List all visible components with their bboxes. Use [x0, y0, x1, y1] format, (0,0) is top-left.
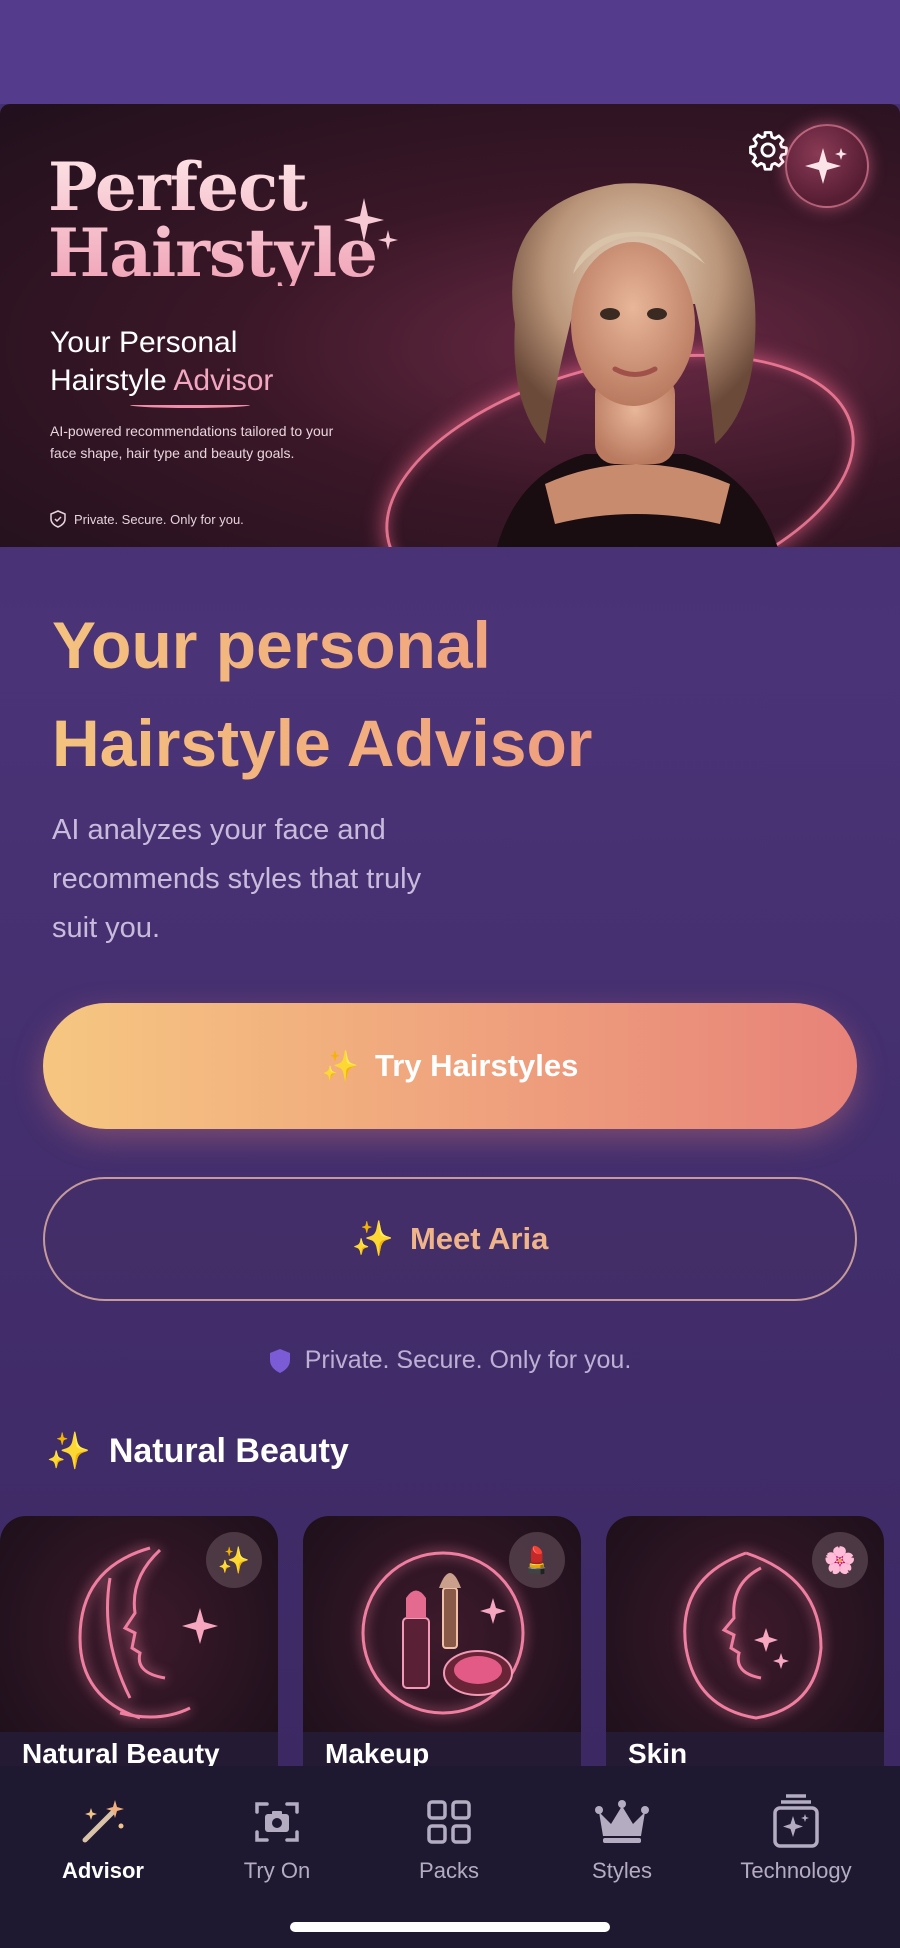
- tab-technology[interactable]: Technology: [721, 1794, 871, 1904]
- blossom-badge-icon: 🌸: [812, 1532, 868, 1588]
- home-indicator: [290, 1922, 610, 1932]
- tab-label: Advisor: [62, 1858, 144, 1883]
- hero-title: Perfect Hairstyle: [48, 148, 378, 292]
- lipstick-badge-icon: 💄: [509, 1532, 565, 1588]
- tab-packs[interactable]: Packs: [374, 1794, 524, 1904]
- meet-aria-button[interactable]: ✨ Meet Aria: [43, 1177, 857, 1301]
- hero-description: AI-powered recommendations tailored to y…: [50, 423, 334, 461]
- ai-sparkle-button[interactable]: [785, 124, 869, 208]
- sparkles-icon: ✨: [351, 1220, 394, 1258]
- camera-frame-icon: [255, 1802, 299, 1842]
- try-hairstyles-label: Try Hairstyles: [375, 1048, 579, 1083]
- shield-check-icon: [50, 510, 66, 528]
- gear-icon: [749, 131, 788, 171]
- section-title: ✨ Natural Beauty: [46, 1430, 349, 1471]
- tab-try-on[interactable]: Try On: [202, 1794, 352, 1904]
- tab-label: Technology: [740, 1858, 852, 1883]
- tab-styles[interactable]: Styles: [547, 1794, 697, 1904]
- tab-label: Styles: [592, 1858, 652, 1883]
- sparkles-badge-icon: ✨: [206, 1532, 262, 1588]
- tab-advisor[interactable]: Advisor: [28, 1794, 178, 1904]
- sparkle-icon: [805, 148, 847, 184]
- title-sparkle-icon: [344, 198, 398, 250]
- main-headline: Your personal Hairstyle Advisor: [52, 596, 872, 792]
- try-hairstyles-button[interactable]: ✨ Try Hairstyles: [43, 1003, 857, 1129]
- magic-wand-icon: [82, 1800, 124, 1843]
- hero-underline: [130, 402, 250, 408]
- tab-label: Try On: [243, 1858, 311, 1883]
- main-subtext: AI analyzes your face and recommends sty…: [52, 814, 422, 944]
- category-card[interactable]: ✨ Natural Beauty: [0, 1516, 278, 1776]
- category-card[interactable]: 💄 Makeup: [303, 1516, 581, 1776]
- grid-icon: [427, 1800, 471, 1844]
- status-bar-area: [0, 0, 900, 104]
- tab-label: Packs: [419, 1858, 479, 1883]
- portrait-image: [496, 183, 778, 547]
- shield-icon: [269, 1348, 290, 1373]
- crown-icon: [595, 1800, 649, 1843]
- sparkles-icon: ✨: [46, 1430, 91, 1471]
- sparkle-stack-icon: [773, 1794, 819, 1848]
- meet-aria-label: Meet Aria: [409, 1221, 549, 1256]
- hero-private-note: Private. Secure. Only for you.: [50, 510, 244, 528]
- sparkles-icon: ✨: [321, 1049, 359, 1083]
- privacy-note: Private. Secure. Only for you.: [0, 1346, 900, 1375]
- category-card[interactable]: 🌸 Skin: [606, 1516, 884, 1776]
- hero-subtitle: Your Personal Hairstyle Advisor: [50, 326, 274, 397]
